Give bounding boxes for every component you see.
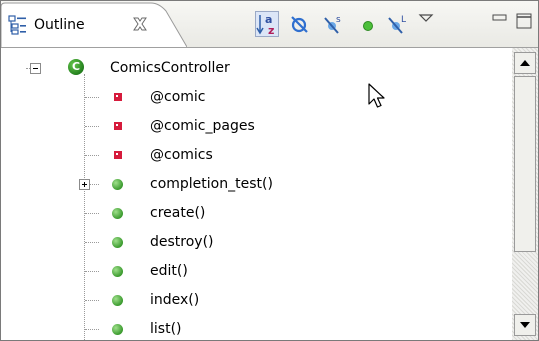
collapse-toggle-icon[interactable] xyxy=(30,63,41,74)
method-icon xyxy=(112,237,123,248)
field-icon xyxy=(114,93,122,101)
arrow-down-icon xyxy=(520,322,530,328)
tab-background xyxy=(1,2,187,48)
vertical-scrollbar[interactable] xyxy=(512,48,538,340)
tree-connector xyxy=(85,126,99,127)
hide-non-public-button[interactable] xyxy=(356,13,380,37)
tree-connector xyxy=(85,271,99,272)
tree-connector xyxy=(85,213,99,214)
tree-item-label: list() xyxy=(150,321,182,337)
maximize-button[interactable] xyxy=(512,7,536,31)
tree-item-row[interactable]: @comic_pages xyxy=(1,112,512,141)
tree-item-label: destroy() xyxy=(150,234,214,250)
close-tab-icon[interactable] xyxy=(131,15,149,33)
tree-connector xyxy=(85,329,99,330)
tree-item-label: completion_test() xyxy=(150,176,273,192)
outline-view-icon xyxy=(8,15,28,35)
outline-view: Outline a z s L C ComicsController @comi… xyxy=(0,0,539,341)
triangle-down-icon xyxy=(418,14,434,22)
hide-static-icon: s xyxy=(324,15,341,34)
method-icon xyxy=(112,266,123,277)
hide-local-types-button[interactable]: L xyxy=(386,13,410,37)
method-icon xyxy=(112,179,123,190)
class-icon: C xyxy=(68,59,84,75)
svg-text:s: s xyxy=(336,15,341,25)
tree-connector xyxy=(85,300,99,301)
method-icon xyxy=(112,324,123,335)
outline-tree[interactable]: C ComicsController @comic @comic_pages @… xyxy=(1,48,512,340)
arrow-up-icon xyxy=(520,60,530,66)
tree-item-label: @comic_pages xyxy=(150,118,255,134)
tree-item-row[interactable]: create() xyxy=(1,199,512,228)
tree-connector xyxy=(26,68,30,69)
field-icon xyxy=(114,122,122,130)
minimize-button[interactable] xyxy=(488,7,512,31)
outline-tab[interactable]: Outline xyxy=(1,1,187,48)
hide-fields-button[interactable] xyxy=(288,13,312,37)
hide-static-members-button[interactable]: s xyxy=(322,13,346,37)
tree-item-row[interactable]: @comics xyxy=(1,141,512,170)
sort-az-icon: a z xyxy=(256,13,274,37)
view-header: Outline a z s L xyxy=(1,1,538,48)
tree-item-row[interactable]: destroy() xyxy=(1,228,512,257)
tree-item-row[interactable]: list() xyxy=(1,315,512,340)
field-icon xyxy=(114,151,122,159)
tree-connector xyxy=(90,184,99,185)
sort-alphabetically-button[interactable]: a z xyxy=(255,11,279,37)
hide-fields-icon xyxy=(291,16,308,33)
tree-item-label: @comics xyxy=(150,147,213,163)
tree-item-label: @comic xyxy=(150,89,206,105)
scroll-up-button[interactable] xyxy=(514,52,536,74)
tree-item-row[interactable]: index() xyxy=(1,286,512,315)
hide-local-types-icon: L xyxy=(388,15,406,34)
tree-connector xyxy=(85,155,99,156)
tree-item-label: index() xyxy=(150,292,200,308)
maximize-icon xyxy=(516,13,532,29)
minimize-icon xyxy=(492,14,507,21)
svg-text:z: z xyxy=(268,24,274,36)
scroll-down-button[interactable] xyxy=(514,314,536,336)
tree-root-label: ComicsController xyxy=(110,60,230,76)
view-title: Outline xyxy=(34,17,85,33)
tree-connector xyxy=(85,242,99,243)
svg-text:L: L xyxy=(401,15,406,25)
tree-item-label: edit() xyxy=(150,263,188,279)
view-menu-button[interactable] xyxy=(414,7,438,31)
tree-item-label: create() xyxy=(150,205,206,221)
public-member-icon xyxy=(363,21,373,31)
method-icon xyxy=(112,208,123,219)
mouse-cursor-icon xyxy=(368,83,385,108)
scroll-thumb[interactable] xyxy=(514,76,536,252)
method-icon xyxy=(112,295,123,306)
tree-item-row[interactable]: @comic xyxy=(1,83,512,112)
tree-item-row[interactable]: edit() xyxy=(1,257,512,286)
tree-connector xyxy=(85,97,99,98)
tree-root-row[interactable]: C ComicsController xyxy=(1,54,512,83)
tree-item-row[interactable]: completion_test() xyxy=(1,170,512,199)
expand-toggle-icon[interactable] xyxy=(79,179,90,190)
